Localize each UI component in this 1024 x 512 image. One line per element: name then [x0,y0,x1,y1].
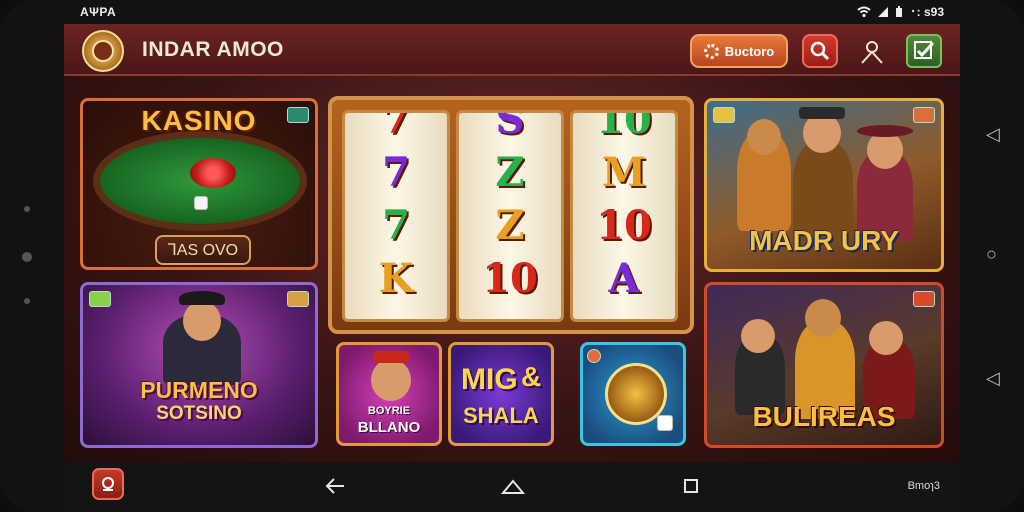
game-tile-mig[interactable]: MIG & SHALA [448,342,554,446]
slot-symbol: 7 [382,202,410,249]
badge-icon [89,291,111,307]
checklist-button[interactable] [906,34,942,68]
action-button[interactable]: Bᴜctoro [690,34,788,68]
badge-icon [913,107,935,123]
badge-icon [287,291,309,307]
search-icon [810,41,830,61]
app-header: INDAR AMOO Bᴜctoro [64,24,960,76]
status-app-name: AΨPA [80,5,117,19]
wifi-icon [857,6,872,18]
tile-title: KASINO [141,105,257,136]
sensor-dot [24,206,30,212]
search-button[interactable] [802,34,838,68]
dice-icon [194,196,208,210]
device-frame: AΨPA ᛫: s93 ◁ ○ ◁ INDAR AMOO Bᴜctoro KAS… [0,0,1024,512]
character-head [803,113,841,153]
poker-table [93,131,307,231]
slot-symbol: K [378,255,414,302]
home-icon [501,479,525,494]
back-triangle-icon[interactable]: ◁ [986,124,1000,145]
tile-title-line1: BOYRIE [367,405,411,417]
game-tile-madr[interactable]: MADR URY [704,98,944,272]
character-head [869,321,903,355]
character-head [741,319,775,353]
slot-symbol: S [495,110,525,143]
tile-title-line1: MIG [461,363,518,396]
nav-label: Bmoɿ3 [907,480,940,492]
slot-symbol: A [608,255,640,302]
slot-symbol: 10 [482,255,538,302]
game-tile-bulireas[interactable]: BULIREAS [704,282,944,448]
game-tile-kasino[interactable]: KASINO ꞀAS OVO [80,98,318,270]
slot-symbol: 10 [596,110,652,143]
slot-symbol: 7 [382,110,410,143]
badge-icon [713,107,735,123]
status-time: ᛫: s93 [909,5,944,19]
logo-face-icon [92,40,114,62]
slot-symbol: 7 [382,149,410,196]
chips-icon [190,158,236,188]
character-head [747,119,781,155]
user-icon [861,41,883,64]
tile-title-line3: SHALA [463,403,539,428]
profile-button[interactable] [854,34,890,68]
nav-back-button[interactable] [320,472,350,500]
tile-title-line2: BLLANO [357,419,421,436]
camera-dot [22,252,32,262]
game-tile-purmeno[interactable]: PURMENO SOTSINO [80,282,318,448]
battery-icon [896,6,903,17]
status-right: ᛫: s93 [857,5,944,19]
tile-title-line2: & [521,361,542,392]
character-head [371,359,411,401]
home-circle-icon[interactable]: ○ [986,244,997,265]
hat-icon [799,107,845,119]
slot-symbol: M [601,149,647,196]
back-arrow-icon [325,478,344,494]
slot-reel: S Z Z 10 [456,110,564,322]
gear-icon [703,43,719,59]
dice-icon [657,415,673,431]
tile-title-line2: SOTSINO [156,403,242,424]
action-button-label: Bᴜctoro [724,43,775,59]
nav-recents-button[interactable] [676,472,706,500]
navigation-bar: Bmoɿ3 [64,462,960,512]
badge-icon [287,107,309,123]
character-head [183,301,221,341]
hat-icon [857,125,913,137]
check-icon [914,41,935,59]
slot-symbol: Z [495,149,525,196]
recents-icon [684,479,698,493]
app-shortcut-icon [102,477,114,491]
slot-symbol: Z [495,202,525,249]
tile-title: MADR URY [749,225,899,256]
game-tile-bs[interactable]: BOYRIE BLLANO [336,342,442,446]
app-logo[interactable] [82,30,124,72]
hat-icon [373,351,409,363]
character-head [805,299,841,337]
app-shortcut-button[interactable] [92,468,124,500]
status-bar: AΨPA ᛫: s93 [64,4,960,22]
game-tile-globe[interactable] [580,342,686,446]
sensor-dot [24,298,30,304]
hat-icon [179,291,225,305]
tile-title-line1: PURMENO [140,377,258,403]
nav-home-button[interactable] [498,472,528,500]
app-title: INDAR AMOO [142,38,284,61]
tile-title: BULIREAS [752,401,896,432]
badge-icon [913,291,935,307]
slot-symbol: 10 [596,202,652,249]
slot-reel: 10 M 10 A [570,110,678,322]
slot-reel: 7 7 7 K [342,110,450,322]
tile-chip-label: ꞀAS OVO [155,235,251,265]
app-screen: INDAR AMOO Bᴜctoro KASINO ꞀAS OVO 7 7 7 … [64,24,960,462]
slot-machine[interactable]: 777K S Z Z 10 10 M 10 A [328,96,694,334]
recents-triangle-icon[interactable]: ◁ [986,368,1000,389]
badge-icon [587,349,601,363]
signal-icon [878,7,889,17]
